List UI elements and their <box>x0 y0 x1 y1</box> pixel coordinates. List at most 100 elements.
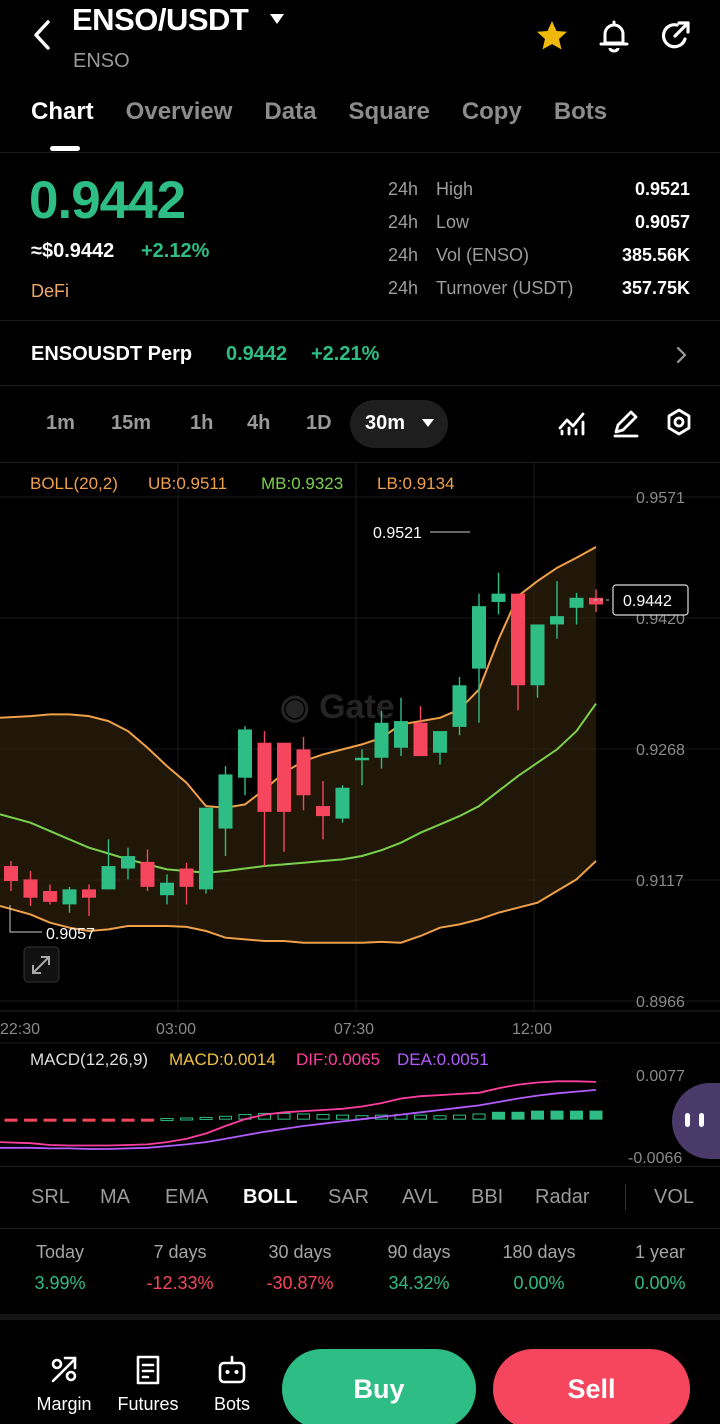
back-arrow-icon[interactable] <box>28 18 56 52</box>
candle-body <box>589 597 603 605</box>
interval-4h[interactable]: 4h <box>247 412 270 435</box>
perp-link-name[interactable]: ENSOUSDT Perp <box>31 343 192 366</box>
macd-dif-line <box>0 1080 597 1147</box>
sell-button[interactable]: Sell <box>493 1349 690 1424</box>
stat-value: 385.56K <box>621 245 690 265</box>
margin-button[interactable]: Margin <box>24 1354 104 1415</box>
last-price: 0.9442 <box>29 171 186 230</box>
candle <box>238 726 252 796</box>
candle-body <box>472 606 486 669</box>
indicator-sar[interactable]: SAR <box>328 1186 369 1209</box>
candle-body <box>452 685 467 727</box>
assistant-bubble[interactable] <box>672 1083 720 1159</box>
star-icon[interactable] <box>534 18 570 54</box>
candle-body <box>199 807 213 890</box>
candle <box>491 572 506 615</box>
performance-value: 34.32% <box>388 1273 450 1293</box>
candle <box>335 785 350 823</box>
tab-chart[interactable]: Chart <box>31 98 94 126</box>
tab-overview[interactable]: Overview <box>126 98 233 126</box>
macd-bar <box>453 1114 466 1120</box>
macd-bar <box>141 1118 154 1122</box>
candle-body <box>394 721 408 748</box>
candle-body <box>179 868 194 887</box>
perp-change[interactable]: +2.21% <box>311 343 379 366</box>
low-price-label: 0.9057 <box>46 926 95 943</box>
indicator-icon[interactable] <box>557 406 587 440</box>
stat-period: 24h <box>388 212 419 232</box>
macd-bar <box>414 1114 427 1120</box>
perp-price[interactable]: 0.9442 <box>226 343 287 366</box>
tab-bots[interactable]: Bots <box>554 98 607 126</box>
interval-1m[interactable]: 1m <box>46 412 75 435</box>
candle-body <box>140 861 155 887</box>
candle-body <box>335 787 350 819</box>
macd-bar <box>336 1114 349 1120</box>
interval-1h[interactable]: 1h <box>190 412 213 435</box>
caret-down-icon[interactable] <box>269 13 285 25</box>
divider <box>0 1228 720 1229</box>
stat-24h-low: 24h Low 0.9057 <box>388 212 690 233</box>
tab-data[interactable]: Data <box>264 98 316 126</box>
indicator-srl[interactable]: SRL <box>31 1186 70 1209</box>
indicator-bbi[interactable]: BBI <box>471 1186 503 1209</box>
candle-body <box>62 889 77 905</box>
interval-30m-dropdown[interactable]: 30m <box>350 400 448 448</box>
settings-icon[interactable] <box>664 406 694 440</box>
interval-1d[interactable]: 1D <box>306 412 332 435</box>
macd-legend-dea: DEA:0.0051 <box>397 1050 489 1069</box>
macd-bar <box>160 1118 174 1122</box>
candle-body <box>101 866 116 890</box>
indicator-ema[interactable]: EMA <box>165 1186 208 1209</box>
macd-bar <box>63 1118 76 1122</box>
macd-bar <box>43 1118 57 1122</box>
performance-30d: 30 days -30.87% <box>240 1242 360 1294</box>
pair-selector[interactable]: ENSO/USDT <box>72 2 249 38</box>
share-icon[interactable] <box>657 18 693 54</box>
x-tick: 07:30 <box>334 1021 374 1038</box>
candle-body <box>569 597 584 608</box>
performance-90d: 90 days 34.32% <box>359 1242 479 1294</box>
chevron-right-icon[interactable] <box>673 345 689 365</box>
interval-selector: 1m 15m 1h 4h 1D 30m <box>0 400 460 448</box>
futures-label: Futures <box>117 1394 179 1414</box>
candle-body <box>277 742 291 812</box>
macd-bar <box>121 1118 135 1122</box>
macd-bar <box>180 1117 193 1121</box>
divider <box>0 152 720 153</box>
stat-period: 24h <box>388 245 419 265</box>
indicator-boll[interactable]: BOLL <box>243 1186 297 1209</box>
performance-label: 1 year <box>634 1242 686 1262</box>
futures-button[interactable]: Futures <box>108 1354 188 1415</box>
tab-square[interactable]: Square <box>348 98 429 126</box>
candle <box>199 807 213 894</box>
performance-today: Today 3.99% <box>0 1242 120 1294</box>
candle-body <box>43 891 57 902</box>
category-tag[interactable]: DeFi <box>31 281 69 302</box>
candle <box>394 697 408 757</box>
bots-button[interactable]: Bots <box>192 1354 272 1415</box>
performance-1y: 1 year 0.00% <box>600 1242 720 1294</box>
performance-value: -12.33% <box>146 1273 214 1293</box>
indicator-radar[interactable]: Radar <box>535 1186 589 1209</box>
draw-pen-icon[interactable] <box>611 406 641 440</box>
interval-15m[interactable]: 15m <box>111 412 151 435</box>
buy-button[interactable]: Buy <box>282 1349 476 1424</box>
pair-base-asset: ENSO <box>73 50 130 72</box>
macd-bar <box>472 1113 486 1120</box>
tab-copy[interactable]: Copy <box>462 98 522 126</box>
indicator-ma[interactable]: MA <box>100 1186 130 1209</box>
performance-value: 0.00% <box>634 1273 686 1293</box>
current-price-label: 0.9442 <box>623 593 672 610</box>
stat-24h-turnover: 24h Turnover (USDT) 357.75K <box>388 278 690 299</box>
performance-label: 180 days <box>502 1242 576 1262</box>
bell-icon[interactable] <box>596 18 632 54</box>
x-tick: 22:30 <box>0 1021 40 1038</box>
divider <box>0 1166 720 1167</box>
candle-body <box>413 722 428 757</box>
indicator-vol[interactable]: VOL <box>654 1186 694 1209</box>
macd-legend-dif: DIF:0.0065 <box>296 1050 381 1069</box>
candle-body <box>550 616 564 625</box>
indicator-avl[interactable]: AVL <box>402 1186 438 1209</box>
y-tick: 0.8966 <box>636 994 685 1011</box>
